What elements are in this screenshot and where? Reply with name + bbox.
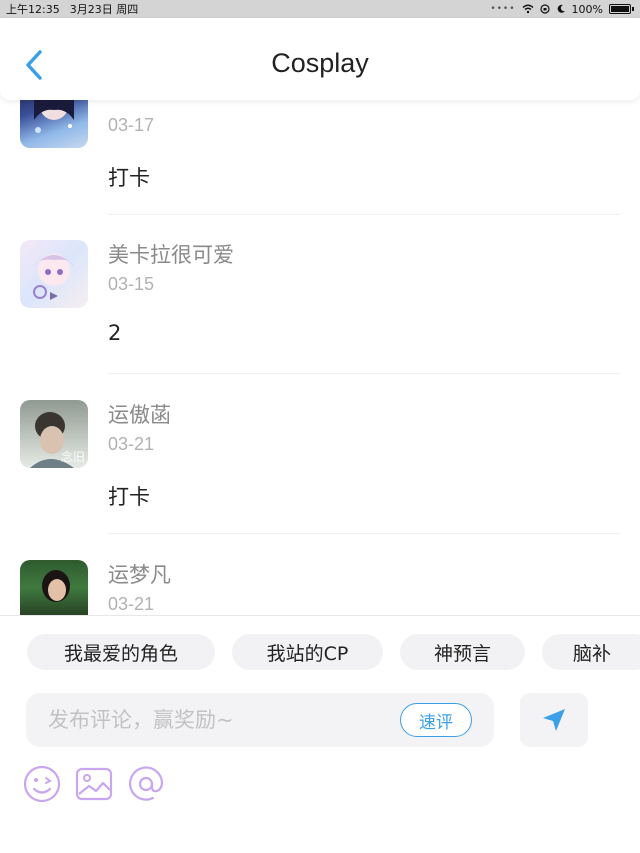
rotation-lock-icon bbox=[539, 4, 550, 14]
username: 运梦凡 bbox=[108, 563, 171, 587]
quick-review-button[interactable]: 速评 bbox=[400, 703, 472, 737]
list-item: 运梦凡 03-21 bbox=[0, 533, 640, 615]
post-content: 打卡 bbox=[108, 485, 150, 509]
status-date: 3月23日 周四 bbox=[69, 3, 139, 16]
image-icon[interactable] bbox=[74, 764, 114, 804]
post-content: 打卡 bbox=[108, 166, 150, 190]
battery-icon bbox=[609, 4, 631, 14]
username: 美卡拉很可爱 bbox=[108, 243, 234, 267]
signal-icon: •••• bbox=[490, 4, 516, 14]
avatar[interactable] bbox=[20, 560, 88, 615]
topic-chip[interactable]: 我站的CP bbox=[232, 634, 383, 670]
list-item: 美卡拉很可爱 03-15 2 bbox=[0, 213, 640, 374]
at-icon[interactable] bbox=[126, 764, 166, 804]
post-date: 03-15 bbox=[108, 274, 155, 294]
post-date: 03-17 bbox=[108, 115, 155, 135]
composer-toolbar bbox=[22, 764, 166, 804]
avatar[interactable] bbox=[20, 240, 88, 308]
moon-icon bbox=[557, 4, 565, 13]
send-arrow-icon bbox=[543, 709, 565, 731]
nav-bar: Cosplay bbox=[0, 18, 640, 100]
topic-chip-row[interactable]: 我最爱的角色 我站的CP 神预言 脑补 bbox=[0, 634, 640, 670]
comment-composer: 我最爱的角色 我站的CP 神预言 脑补 速评 bbox=[0, 615, 640, 853]
post-date: 03-21 bbox=[108, 434, 155, 454]
avatar-illustration bbox=[33, 254, 74, 300]
battery-percent: 100% bbox=[571, 2, 603, 16]
username: 运傲菡 bbox=[108, 403, 171, 427]
status-time: 上午12:35 bbox=[6, 3, 60, 16]
list-item: 念旧 运傲菡 03-21 打卡 bbox=[0, 373, 640, 534]
avatar-mark: 念旧 bbox=[60, 450, 85, 464]
emoji-icon[interactable] bbox=[22, 764, 62, 804]
avatar[interactable]: 念旧 bbox=[20, 400, 88, 468]
comment-list[interactable]: 03-17 打卡 美卡拉很可爱 03-15 2 念旧 运傲菡 03-21 打卡 … bbox=[0, 100, 640, 615]
avatar-illustration bbox=[34, 100, 74, 133]
topic-chip[interactable]: 脑补 bbox=[542, 634, 640, 670]
comment-input-box[interactable]: 速评 bbox=[26, 693, 494, 747]
send-button[interactable] bbox=[520, 693, 588, 747]
status-bar: 上午12:35 3月23日 周四 •••• 100% bbox=[0, 0, 640, 18]
list-item: 03-17 打卡 bbox=[0, 100, 640, 215]
avatar[interactable] bbox=[20, 100, 88, 148]
wifi-icon bbox=[522, 4, 534, 14]
page-title: Cosplay bbox=[271, 48, 369, 78]
avatar-illustration bbox=[42, 570, 70, 602]
post-content: 2 bbox=[108, 321, 122, 345]
topic-chip[interactable]: 我最爱的角色 bbox=[27, 634, 215, 670]
comment-input[interactable] bbox=[48, 693, 388, 747]
topic-chip[interactable]: 神预言 bbox=[400, 634, 525, 670]
battery-tip bbox=[632, 7, 634, 11]
post-date: 03-21 bbox=[108, 594, 155, 614]
